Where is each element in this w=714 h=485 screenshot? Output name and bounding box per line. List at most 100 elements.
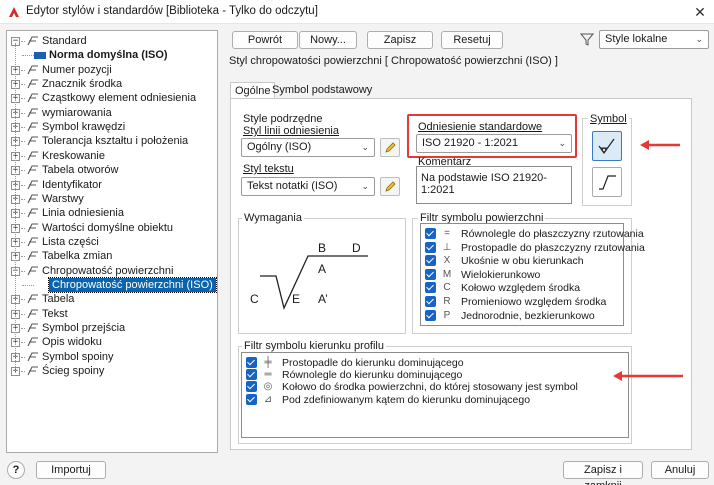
checkbox[interactable] <box>425 241 436 253</box>
filter-list-item[interactable]: ⊿ Pod zdefiniowanym kątem do kierunku dom… <box>246 393 626 406</box>
surface-filter-list[interactable]: = Równolegle do płaszczyzny rzutowania ⊥ Pr… <box>420 223 645 326</box>
tree-item[interactable]: + Tabelka zmian <box>7 249 217 263</box>
tree-item[interactable]: + Tabela otworów <box>7 163 217 177</box>
tree-item[interactable]: Norma domyślna (ISO) <box>7 48 217 62</box>
direction-symbol-icon: ╪ <box>264 357 272 368</box>
new-button[interactable]: Nowy... <box>299 31 357 49</box>
style-filter-select[interactable]: Style lokalne ⌄ <box>599 30 709 49</box>
tree-item[interactable]: + Cząstkowy element odniesienia <box>7 91 217 105</box>
leader-style-select[interactable]: Ogólny (ISO) ⌄ <box>241 138 375 157</box>
checkbox[interactable] <box>246 393 257 405</box>
symbol-basic-button[interactable] <box>592 167 622 197</box>
filter-list-item[interactable]: M Wielokierunkowo <box>425 268 621 281</box>
tree-item[interactable]: + Symbol krawędzi <box>7 120 217 134</box>
tree-item[interactable]: Chropowatość powierzchni (ISO) <box>7 276 217 293</box>
close-window-button[interactable]: ✕ <box>690 2 710 22</box>
tree-item[interactable]: + Numer pozycji <box>7 63 217 77</box>
tree-item[interactable]: + Linia odniesienia <box>7 206 217 220</box>
back-button[interactable]: Powrót <box>232 31 298 49</box>
filter-list-item[interactable]: = Równolegle do płaszczyzny rzutowania <box>425 228 644 240</box>
tree-item[interactable]: + Lista części <box>7 235 217 249</box>
requirement-label-d: D <box>352 241 361 255</box>
direction-symbol-icon: C <box>443 282 451 294</box>
tree-item-label: Norma domyślna (ISO) <box>49 49 168 62</box>
filter-list-item[interactable]: R Promieniowo względem środka <box>425 296 621 308</box>
filter-list-item[interactable]: ⊥ Prostopadle do płaszczyzny rzutowania <box>425 241 645 254</box>
checkbox[interactable] <box>246 369 257 381</box>
profile-filter-title: Filtr symbolu kierunku profilu <box>242 340 386 352</box>
layers-icon <box>27 194 38 204</box>
tree-item[interactable]: + Tolerancja kształtu i położenia <box>7 134 217 148</box>
tree-item[interactable]: + Tabela <box>7 292 217 306</box>
tree-item[interactable]: + wymiarowania <box>7 106 217 120</box>
text-style-select[interactable]: Tekst notatki (ISO) ⌄ <box>241 177 375 196</box>
filter-list-item[interactable]: ═ Równolegle do kierunku dominującego <box>246 369 626 381</box>
save-button[interactable]: Zapisz <box>367 31 433 49</box>
direction-symbol-icon: ◎ <box>263 381 273 393</box>
filter-list-item[interactable]: P Jednorodnie, bezkierunkowo <box>425 309 621 322</box>
checkbox[interactable] <box>425 296 436 307</box>
tree-connector <box>21 184 25 186</box>
tab-basic-symbol[interactable]: Symbol podstawowy <box>268 82 376 99</box>
import-button[interactable]: Importuj <box>36 461 106 479</box>
tree-item[interactable]: + Warstwy <box>7 192 217 206</box>
checkbox[interactable] <box>425 228 436 239</box>
filter-list-item[interactable]: ╪ Prostopadle do kierunku dominującego <box>246 357 626 369</box>
style-tree[interactable]: − Standard Norma domyślna (ISO) + Numer pozy… <box>6 30 218 453</box>
filter-list-item[interactable]: ◎ Kołowo do środka powierzchni, do której… <box>246 381 626 393</box>
filter-item-label: Promieniowo względem środka <box>461 296 607 308</box>
tree-item[interactable]: + Znacznik środka <box>7 77 217 91</box>
checkbox[interactable] <box>425 255 436 267</box>
tree-connector <box>21 299 25 301</box>
tree-item[interactable]: + Symbol spoiny <box>7 350 217 364</box>
tree-item[interactable]: − Chropowatość powierzchni <box>7 264 217 278</box>
reset-button[interactable]: Resetuj <box>441 31 503 49</box>
tree-item-label: Cząstkowy element odniesienia <box>42 92 197 105</box>
pencil-icon <box>385 142 396 153</box>
tree-item-label: Identyfikator <box>42 178 102 191</box>
tree-connector <box>21 170 25 172</box>
filter-item-label: Kołowo względem środka <box>461 282 581 295</box>
checkbox[interactable] <box>246 381 257 393</box>
dimension-icon <box>27 108 38 117</box>
filter-icon <box>580 33 594 46</box>
profile-filter-list[interactable]: ╪ Prostopadle do kierunku dominującego ═ Ró… <box>241 352 629 438</box>
checkbox[interactable] <box>425 268 436 280</box>
tree-connector <box>21 270 25 272</box>
tree-item[interactable]: + Symbol przejścia <box>7 321 217 335</box>
checkbox[interactable] <box>425 309 436 321</box>
revision-table-icon <box>27 251 38 261</box>
symbol-label: Symbol <box>588 113 629 125</box>
filter-item-label: Kołowo do środka powierzchni, do której … <box>282 381 578 394</box>
tree-connector <box>21 227 25 229</box>
filter-list-item[interactable]: C Kołowo względem środka <box>425 282 621 294</box>
tree-item-label: Tolerancja kształtu i położenia <box>42 135 189 148</box>
filter-list-item[interactable]: X Ukośnie w obu kierunkach <box>425 255 621 267</box>
tree-item[interactable]: − Standard <box>7 34 217 48</box>
checkbox[interactable] <box>425 282 436 294</box>
edit-leader-style-button[interactable] <box>380 138 400 157</box>
help-button[interactable]: ? <box>7 461 25 479</box>
tree-item[interactable]: + Kreskowanie <box>7 149 217 163</box>
edit-text-style-button[interactable] <box>380 177 400 196</box>
tree-item[interactable]: + Tekst <box>7 307 217 321</box>
comment-field[interactable]: Na podstawie ISO 21920-1:2021 <box>416 166 572 204</box>
window-title: Edytor stylów i standardów [Biblioteka -… <box>26 5 318 17</box>
app-logo-icon <box>9 7 19 17</box>
checkbox[interactable] <box>246 357 257 368</box>
tree-item-label: Symbol przejścia <box>42 322 126 334</box>
requirement-label-a-prime: A’ <box>318 292 328 306</box>
leader-icon <box>27 208 38 218</box>
cancel-button[interactable]: Anuluj <box>651 461 709 479</box>
direction-symbol-icon: M <box>442 268 452 280</box>
tree-item[interactable]: + Wartości domyślne obiektu <box>7 221 217 235</box>
symbol-machining-button[interactable] <box>592 131 622 161</box>
tree-item[interactable]: + Opis widoku <box>7 335 217 349</box>
style-filter-value: Style lokalne <box>605 33 668 45</box>
tree-item[interactable]: + Ścieg spoiny <box>7 364 217 378</box>
tree-connector <box>21 155 25 157</box>
tree-item[interactable]: + Identyfikator <box>7 178 217 192</box>
edge-symbol-icon <box>27 122 38 132</box>
save-and-close-button[interactable]: Zapisz i zamknij <box>563 461 643 485</box>
tree-connector <box>21 256 25 258</box>
